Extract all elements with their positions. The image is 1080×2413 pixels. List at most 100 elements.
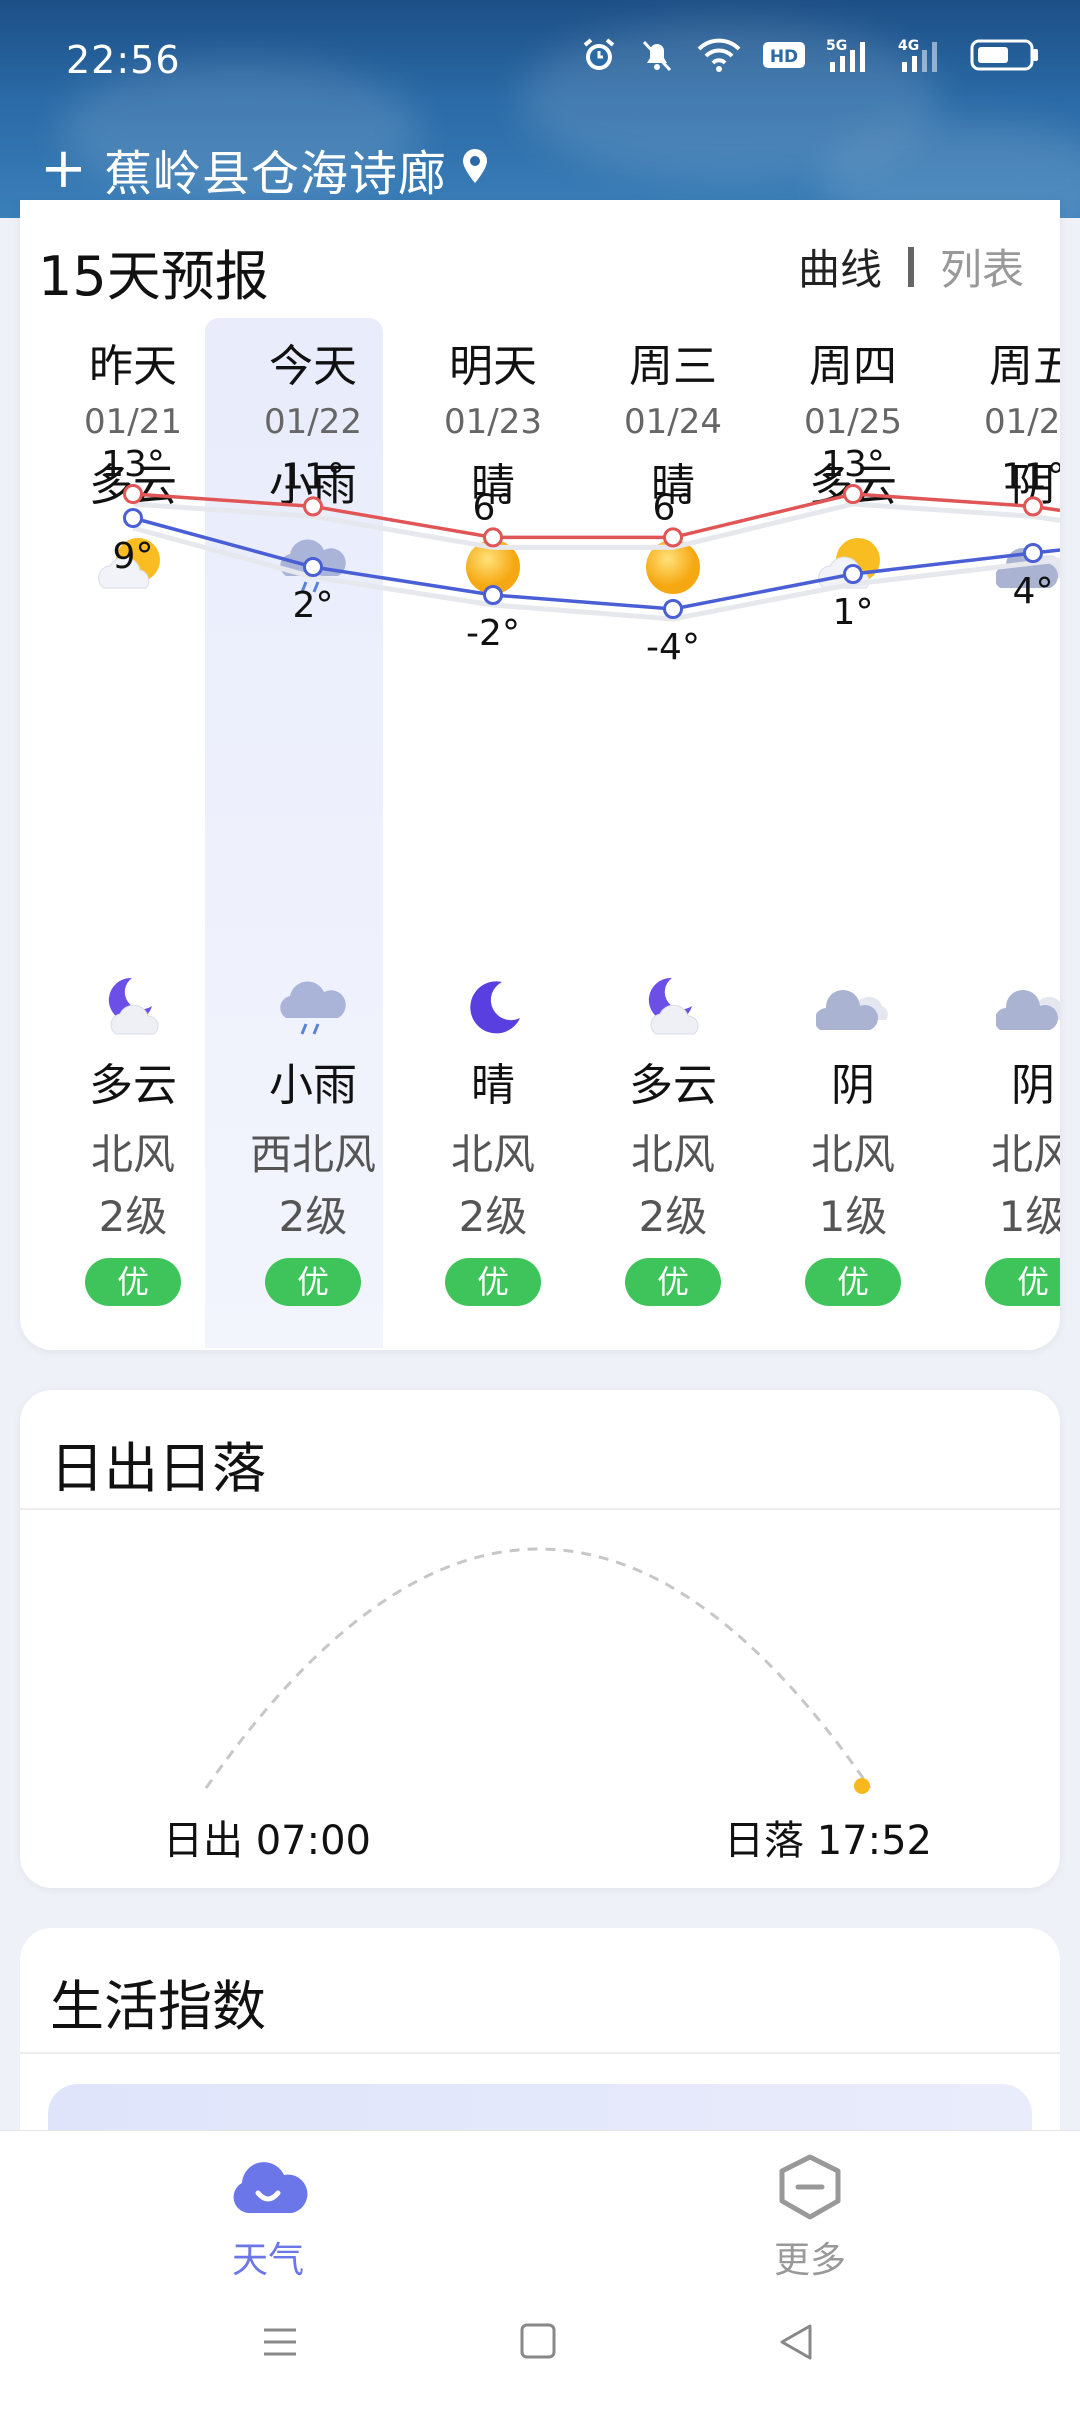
- forecast-day-5[interactable]: 周五 01/26 阴: [943, 330, 1060, 604]
- sunset-time: 日落 17:52: [724, 1818, 932, 1864]
- sunrise-time: 日出 07:00: [163, 1818, 371, 1864]
- day-name: 今天: [269, 341, 357, 392]
- aqi-badge[interactable]: 优: [985, 1258, 1060, 1306]
- day-weather: 阴: [1011, 460, 1055, 511]
- wind-direction: 北风: [450, 1130, 535, 1179]
- day-date: 01/26: [984, 402, 1060, 442]
- day-date: 01/22: [264, 402, 362, 442]
- sunrise-sunset-card: 日出日落 日出 07:00 日落 17:52: [20, 1390, 1060, 1888]
- forecast-day-4[interactable]: 周四 01/25 多云: [763, 330, 943, 604]
- day-date: 01/24: [624, 402, 722, 442]
- forecast-view-toggle: 曲线 列表: [798, 236, 1024, 297]
- night-weather: 多云: [629, 1060, 717, 1111]
- day-name: 周四: [809, 341, 897, 392]
- aqi-badge[interactable]: 优: [265, 1258, 361, 1306]
- aqi-badge[interactable]: 优: [805, 1258, 901, 1306]
- night-weather: 阴: [1011, 1060, 1055, 1111]
- overcast-icon: [994, 972, 1060, 1046]
- day-date: 01/25: [804, 402, 902, 442]
- day-weather: 晴: [471, 460, 515, 511]
- night-weather: 小雨: [269, 1060, 357, 1111]
- aqi-badge[interactable]: 优: [85, 1258, 181, 1306]
- signal-4g-icon: 4G: [898, 36, 950, 78]
- toggle-divider: [907, 246, 914, 287]
- location-bar: + 蕉岭县仓海诗廊: [40, 134, 489, 204]
- sunny-icon: [636, 530, 710, 604]
- nav-weather-tab[interactable]: 天气: [168, 2151, 368, 2283]
- list-view-tab[interactable]: 列表: [940, 236, 1024, 297]
- day-weather: 晴: [651, 460, 695, 511]
- app-header: 22:56 HD 5G 4G + 蕉岭县仓海诗廊: [0, 0, 1080, 218]
- day-name: 周五: [989, 341, 1060, 392]
- status-time: 22:56: [66, 38, 181, 82]
- home-icon[interactable]: [518, 2320, 558, 2364]
- 4g-label: 4G: [898, 38, 919, 54]
- system-navigation-bar: [0, 2270, 1080, 2412]
- wind-level: 1级: [818, 1192, 888, 1241]
- forecast-night-1: 小雨 西北风 2级优: [223, 972, 403, 1306]
- wind-direction: 北风: [630, 1130, 715, 1179]
- overcast-icon: [994, 530, 1060, 604]
- day-date: 01/21: [84, 402, 182, 442]
- add-city-button[interactable]: +: [40, 141, 90, 197]
- partly-cloudy-night-icon: [636, 972, 710, 1046]
- wind-level: 1级: [998, 1192, 1060, 1241]
- sunny-icon: [456, 530, 530, 604]
- wind-direction: 西北风: [249, 1130, 376, 1179]
- wind-direction: 北风: [90, 1130, 175, 1179]
- location-pin-icon: [461, 149, 489, 189]
- forecast-title: 15天预报: [38, 245, 269, 308]
- wind-level: 2级: [458, 1192, 528, 1241]
- partly-cloudy-day-icon: [96, 530, 170, 604]
- light-rain-icon: [276, 972, 350, 1046]
- forecast-day-1[interactable]: 今天 01/22 小雨: [223, 330, 403, 604]
- day-name: 明天: [449, 341, 537, 392]
- day-name: 昨天: [89, 341, 177, 392]
- forecast-night-5: 阴北风 1级优: [943, 972, 1060, 1306]
- overcast-icon: [814, 972, 890, 1046]
- day-weather: 多云: [809, 460, 897, 511]
- forecast-day-3[interactable]: 周三 01/24 晴: [583, 330, 763, 604]
- mute-bell-icon: [638, 36, 676, 78]
- status-icons: HD 5G 4G: [580, 36, 1040, 78]
- partly-cloudy-night-icon: [96, 972, 170, 1046]
- forecast-card: 15天预报 曲线 列表 昨天 01/21 多云 多云 北风 2级优今天 01/22 小雨 小雨西…: [20, 200, 1060, 1350]
- forecast-day-0[interactable]: 昨天 01/21 多云: [43, 330, 223, 604]
- moon-icon: [456, 972, 530, 1046]
- wind-level: 2级: [638, 1192, 708, 1241]
- wifi-icon: [696, 36, 742, 78]
- city-name[interactable]: 蕉岭县仓海诗廊: [104, 134, 447, 204]
- more-hexagon-icon: [779, 2154, 841, 2220]
- aqi-badge[interactable]: 优: [445, 1258, 541, 1306]
- wind-direction: 北风: [810, 1130, 895, 1179]
- day-name: 周三: [629, 341, 717, 392]
- life-card-title: 生活指数: [50, 1975, 266, 2038]
- low-temp-label: -2°: [466, 613, 520, 654]
- nav-more-tab[interactable]: 更多: [710, 2151, 910, 2283]
- aqi-badge[interactable]: 优: [625, 1258, 721, 1306]
- forecast-night-0: 多云北风 2级优: [43, 972, 223, 1306]
- forecast-night-2: 晴北风 2级优: [403, 972, 583, 1306]
- weather-cloud-icon: [233, 2162, 308, 2213]
- partly-cloudy-day-icon: [816, 530, 890, 604]
- night-weather: 晴: [471, 1060, 515, 1111]
- 5g-label: 5G: [826, 38, 847, 54]
- wind-level: 2级: [98, 1192, 168, 1241]
- back-icon[interactable]: [774, 2320, 818, 2364]
- night-weather: 阴: [831, 1060, 875, 1111]
- life-index-card: 生活指数: [20, 1928, 1060, 2158]
- forecast-night-3: 多云北风 2级优: [583, 972, 763, 1306]
- forecast-day-2[interactable]: 明天 01/23 晴: [403, 330, 583, 604]
- low-temp-label: -4°: [646, 627, 700, 668]
- day-weather: 多云: [89, 460, 177, 511]
- night-weather: 多云: [89, 1060, 177, 1111]
- signal-5g-icon: 5G: [826, 36, 878, 78]
- curve-view-tab[interactable]: 曲线: [798, 236, 882, 297]
- menu-icon[interactable]: [258, 2320, 302, 2364]
- sun-position-icon: [854, 1778, 870, 1794]
- day-date: 01/23: [444, 402, 542, 442]
- wind-direction: 北风: [990, 1130, 1060, 1179]
- hd-badge-icon: HD: [762, 39, 806, 75]
- hd-label: HD: [770, 47, 798, 67]
- light-rain-icon: [276, 530, 350, 604]
